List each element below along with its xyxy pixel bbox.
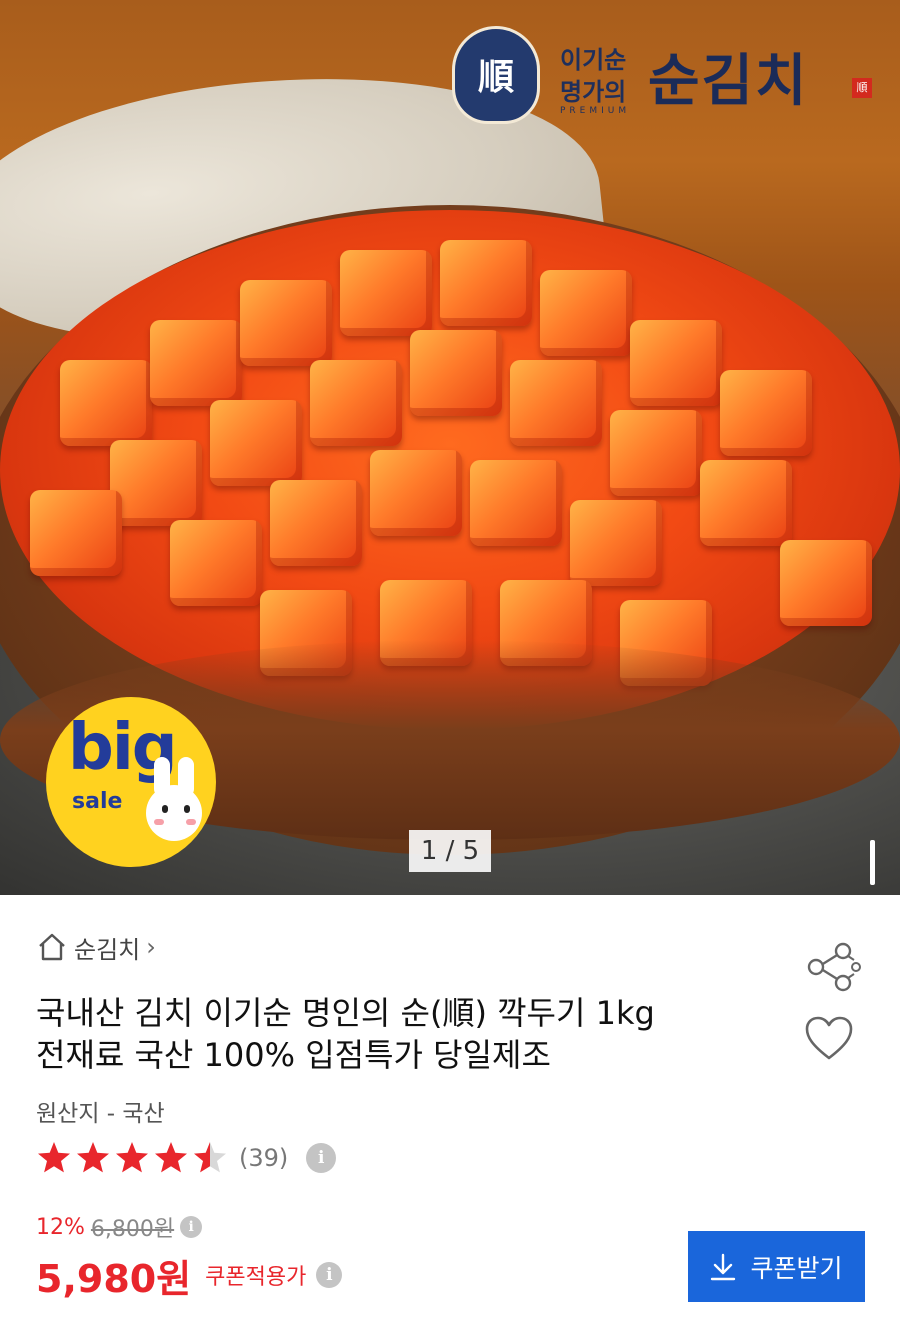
get-coupon-label: 쿠폰받기 xyxy=(750,1254,843,1283)
star-rating xyxy=(38,1142,226,1173)
star-full-icon xyxy=(38,1142,70,1173)
star-full-icon xyxy=(155,1142,187,1173)
rating-info-icon[interactable]: i xyxy=(306,1143,337,1173)
star-full-icon xyxy=(116,1142,148,1173)
sale-price: 5,980원 xyxy=(36,1256,192,1301)
radish-cube xyxy=(60,360,152,446)
store-name: 순김치 xyxy=(74,935,141,964)
radish-cube xyxy=(720,370,812,456)
radish-cube xyxy=(310,360,402,446)
brand-line2: 명가의 xyxy=(560,77,627,106)
bunny-cheek xyxy=(154,819,164,825)
original-price: 6,800원 xyxy=(90,1217,175,1242)
radish-cube xyxy=(700,460,792,546)
chevron-right-icon: › xyxy=(146,933,156,961)
wishlist-button[interactable] xyxy=(804,1016,854,1062)
radish-cube xyxy=(410,330,502,416)
store-link[interactable]: 순김치 › xyxy=(36,930,156,964)
get-coupon-button[interactable]: 쿠폰받기 xyxy=(688,1231,865,1302)
brand-seal-char: 順 xyxy=(477,56,514,98)
share-button[interactable] xyxy=(804,942,862,992)
coupon-price-note: 쿠폰적용가 xyxy=(205,1265,307,1290)
download-icon xyxy=(711,1253,736,1280)
review-count[interactable]: (39) xyxy=(239,1144,288,1172)
radish-cube xyxy=(440,240,532,326)
price-info-icon[interactable]: i xyxy=(316,1262,343,1288)
product-title: 국내산 김치 이기순 명인의 순(順) 깍두기 1kg 전재료 국산 100% … xyxy=(36,992,776,1076)
product-title-line1: 국내산 김치 이기순 명인의 순(順) 깍두기 1kg xyxy=(36,994,655,1032)
star-half-icon xyxy=(194,1142,226,1173)
radish-cube xyxy=(240,280,332,366)
brand-name: 순김치 xyxy=(648,48,809,114)
image-counter: 1 / 5 xyxy=(409,830,491,872)
bunny-eye xyxy=(162,805,168,813)
discount-row: 12% 6,800원 i xyxy=(36,1211,203,1243)
badge-sale-text: sale xyxy=(72,789,123,814)
radish-cube xyxy=(270,480,362,566)
radish-cube xyxy=(210,400,302,486)
radish-cube xyxy=(780,540,872,626)
radish-cube xyxy=(470,460,562,546)
radish-cube xyxy=(570,500,662,586)
price-row: 5,980원 쿠폰적용가 i xyxy=(36,1248,343,1302)
big-sale-badge: big sale xyxy=(46,697,216,867)
radish-cube xyxy=(340,250,432,336)
radish-cube xyxy=(370,450,462,536)
radish-cube xyxy=(30,490,122,576)
bunny-eye xyxy=(184,805,190,813)
radish-cube xyxy=(150,320,242,406)
brand-logo: 順 이기순 명가의 PREMIUM 순김치 順 xyxy=(452,26,882,126)
brand-tagline: PREMIUM xyxy=(560,106,631,116)
radish-cube xyxy=(540,270,632,356)
radish-cube xyxy=(630,320,722,406)
heart-icon xyxy=(805,1016,853,1060)
bunny-icon xyxy=(146,785,202,841)
discount-info-icon[interactable]: i xyxy=(180,1216,203,1238)
radish-cube xyxy=(510,360,602,446)
rating-row[interactable]: (39) i xyxy=(36,1138,337,1178)
radish-cube xyxy=(110,440,202,526)
star-full-icon xyxy=(77,1142,109,1173)
share-icon xyxy=(807,942,861,992)
home-icon xyxy=(39,933,65,961)
discount-percent: 12% xyxy=(36,1214,85,1240)
brand-stamp: 順 xyxy=(852,78,872,98)
radish-cube xyxy=(170,520,262,606)
product-image-carousel[interactable]: 順 이기순 명가의 PREMIUM 순김치 順 big sale 1 / 5 xyxy=(0,0,900,895)
product-title-line2: 전재료 국산 100% 입점특가 당일제조 xyxy=(36,1036,551,1074)
bunny-cheek xyxy=(186,819,196,825)
brand-line1: 이기순 xyxy=(560,45,627,74)
product-origin: 원산지 - 국산 xyxy=(36,1101,165,1127)
carousel-scrollbar[interactable] xyxy=(870,840,875,885)
radish-cube xyxy=(610,410,702,496)
